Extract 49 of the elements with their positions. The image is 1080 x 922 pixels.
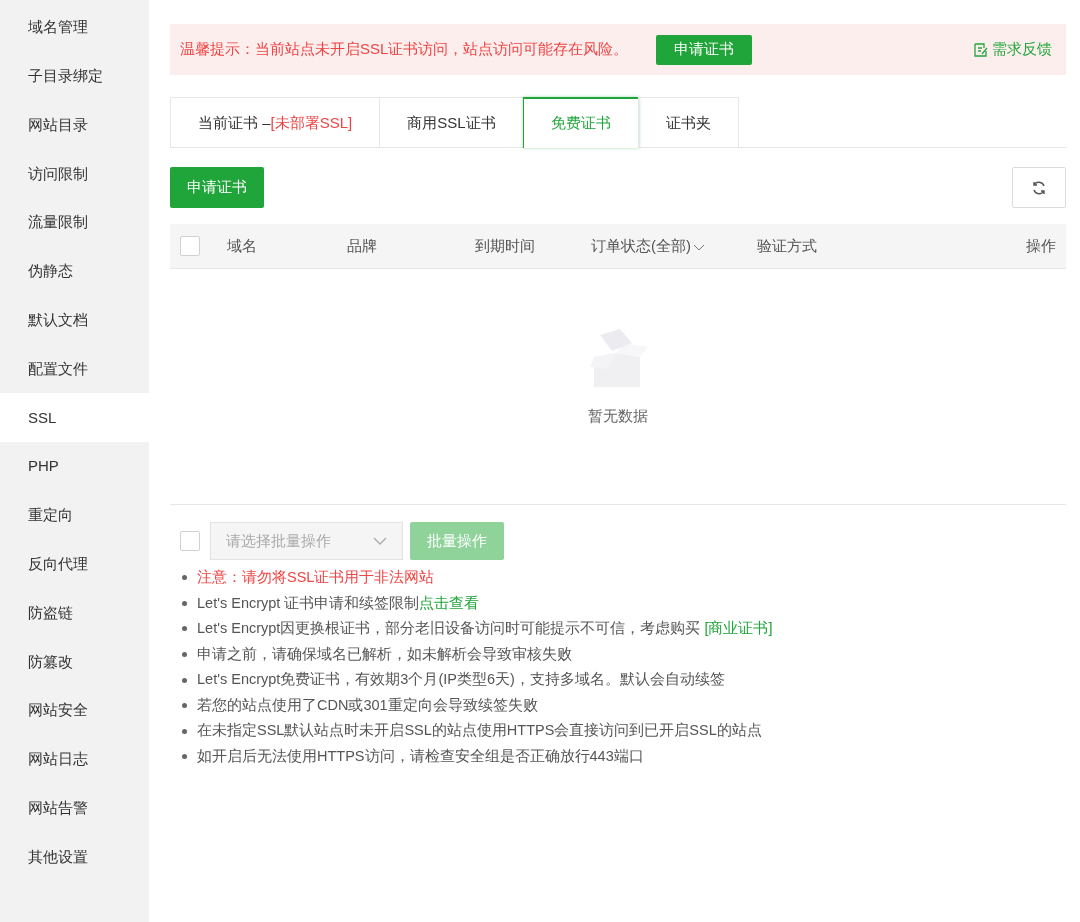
bullet-icon (182, 575, 187, 581)
empty-text: 暂无数据 (588, 406, 648, 426)
note-text: Let's Encrypt免费证书，有效期3个月(IP类型6天)，支持多域名。默认会自动续签 (197, 670, 725, 690)
sidebar-item[interactable]: 网站日志 (0, 734, 149, 784)
sidebar-item[interactable]: 域名管理 (0, 3, 149, 52)
tab[interactable]: 证书夹 (637, 97, 739, 148)
edit-icon (973, 41, 989, 58)
sidebar-item[interactable]: 反向代理 (0, 539, 149, 589)
bullet-icon (182, 600, 187, 606)
sidebar-item[interactable]: 防篡改 (0, 637, 149, 687)
sidebar-item[interactable]: 子目录绑定 (0, 51, 149, 101)
sidebar-item[interactable]: PHP (0, 442, 149, 491)
bullet-icon (182, 728, 187, 734)
sidebar-item[interactable]: 防盗链 (0, 588, 149, 638)
sidebar-item[interactable]: 网站安全 (0, 686, 149, 735)
column-header[interactable]: 订单状态(全部) (591, 236, 705, 254)
sidebar-item[interactable]: 流量限制 (0, 198, 149, 247)
sidebar-item[interactable]: 其他设置 (0, 832, 149, 882)
sidebar-item[interactable]: 网站目录 (0, 100, 149, 150)
note-text: 注意：请勿将SSL证书用于非法网站 (197, 567, 435, 587)
chevron-down-icon (373, 536, 387, 546)
note-text: Let's Encrypt 证书申请和续签限制点击查看 (197, 593, 480, 613)
bullet-icon (182, 652, 187, 658)
bullet-icon (182, 626, 187, 632)
column-header: 验证方式 (757, 236, 817, 254)
column-header: 域名 (227, 236, 257, 254)
sidebar-item[interactable]: 网站告警 (0, 783, 149, 833)
bullet-icon (182, 754, 187, 760)
refresh-button[interactable] (1012, 167, 1066, 208)
column-header: 到期时间 (475, 236, 535, 254)
bullet-icon (182, 677, 187, 683)
sidebar-item[interactable]: 访问限制 (0, 149, 149, 199)
checkbox[interactable] (180, 236, 200, 256)
sidebar-item[interactable]: 默认文档 (0, 295, 149, 345)
note-text: 如开启后无法使用HTTPS访问，请检查安全组是否正确放行443端口 (197, 747, 644, 767)
note-text: 申请之前，请确保域名已解析，如未解析会导致审核失败 (197, 644, 572, 664)
alert-message: 温馨提示：当前站点未开启SSL证书访问，站点访问可能存在风险。 (180, 39, 629, 60)
note-text: Let's Encrypt因更换根证书，部分老旧设备访问时可能提示不可信，考虑购买 [商业证书] (197, 619, 773, 639)
refresh-icon (1031, 179, 1047, 196)
sidebar-item[interactable]: 配置文件 (0, 344, 149, 394)
sidebar-item[interactable]: SSL (0, 393, 149, 443)
note-text: 在未指定SSL默认站点时未开启SSL的站点使用HTTPS会直接访问到已开启SSL的站点 (197, 721, 762, 741)
column-header: 操作 (1026, 236, 1056, 254)
bullet-icon (182, 703, 187, 709)
column-header: 品牌 (347, 236, 377, 254)
note-text: 若您的站点使用了CDN或301重定向会导致续签失败 (197, 695, 538, 715)
tab[interactable]: 当前证书 –[未部署SSL] (170, 97, 381, 148)
sidebar-item[interactable]: 伪静态 (0, 247, 149, 296)
sidebar-item[interactable]: 重定向 (0, 490, 149, 540)
